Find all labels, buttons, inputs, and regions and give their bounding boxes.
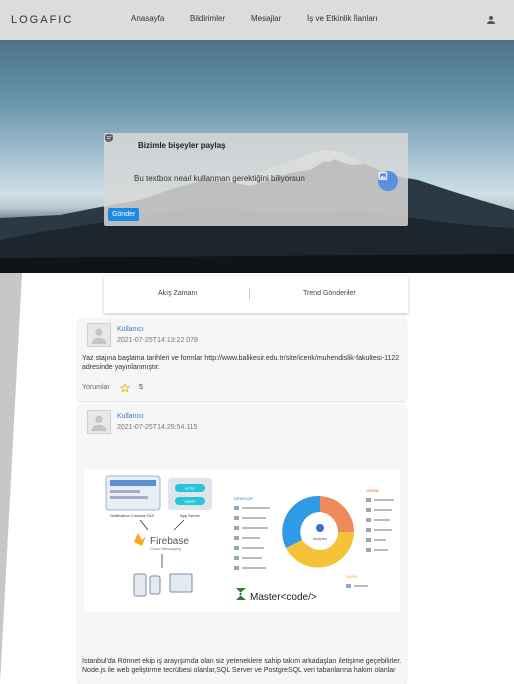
post-author[interactable]: Kullanıcı: [117, 413, 144, 420]
nav-jobs-events[interactable]: İş ve Etkinlik İlanları: [307, 14, 378, 23]
comment-icon: [105, 134, 113, 143]
xmpp-label: XMPP: [184, 499, 196, 504]
grow-label: GROW: [366, 488, 379, 493]
firebase-diagram: HTTP XMPP Notification Console GUI App S…: [105, 475, 394, 603]
hero-banner: Bizimle bişeyler paylaş Gönder: [0, 40, 514, 273]
post-timestamp: 2021-07-25T14:25:54.115: [117, 424, 198, 431]
post-text: Yaz stajına başlama tarihleri ve formlar…: [82, 355, 400, 371]
top-navbar: LOGAFIC Anasayfa Bildirimler Mesajlar İş…: [0, 0, 514, 40]
http-label: HTTP: [185, 486, 196, 491]
feed-tabs: Akış Zamanı Trend Gönderiler: [104, 276, 408, 313]
post-author[interactable]: Kullanıcı: [117, 326, 144, 333]
earn-label: EARN: [346, 574, 357, 579]
comments-link[interactable]: Yorumlar: [82, 384, 110, 391]
user-avatar-icon: [91, 328, 107, 345]
logo[interactable]: LOGAFIC: [11, 14, 73, 26]
post-text-input[interactable]: [134, 171, 374, 185]
console-caption: Notification Console GUI: [110, 513, 154, 518]
image-icon: [378, 172, 388, 180]
composer-title: Bizimle bişeyler paylaş: [138, 141, 226, 150]
tab-divider: [249, 288, 250, 300]
firebase-subtitle: Cloud Messaging: [150, 546, 181, 551]
image-upload-button[interactable]: [378, 171, 398, 191]
avatar[interactable]: [87, 410, 111, 434]
nav-home[interactable]: Anasayfa: [131, 14, 164, 23]
account-icon[interactable]: [485, 14, 497, 26]
tab-trending[interactable]: Trend Gönderiler: [303, 290, 356, 297]
feed-post: Kullanıcı 2021-07-25T14:25:54.115 HTTP X…: [78, 405, 406, 684]
nav-messages[interactable]: Mesajlar: [251, 14, 281, 23]
firebase-flame-icon: [134, 533, 146, 546]
send-button[interactable]: Gönder: [108, 208, 140, 221]
star-icon[interactable]: [120, 383, 130, 393]
post-image[interactable]: HTTP XMPP Notification Console GUI App S…: [84, 470, 400, 612]
develop-label: DEVELOP: [234, 496, 253, 501]
post-timestamp: 2021-07-25T14:13:22.078: [117, 337, 198, 344]
donut-center-label: Analytics: [313, 537, 327, 541]
tab-timeline[interactable]: Akış Zamanı: [158, 290, 197, 297]
server-caption: App Server: [180, 513, 201, 518]
feed-post: Kullanıcı 2021-07-25T14:13:22.078 Yaz st…: [78, 318, 406, 401]
mastercode-brand: Master<code/>: [250, 592, 317, 603]
post-composer: Bizimle bişeyler paylaş Gönder: [104, 133, 408, 226]
nav-notifications[interactable]: Bildirimler: [190, 14, 225, 23]
post-text: İstanbul'da Rönnet ekip iş arayışımda ol…: [82, 658, 402, 674]
avatar[interactable]: [87, 323, 111, 347]
user-avatar-icon: [91, 415, 107, 432]
sidebar-strip: [0, 273, 22, 684]
like-count: 5: [139, 384, 143, 391]
